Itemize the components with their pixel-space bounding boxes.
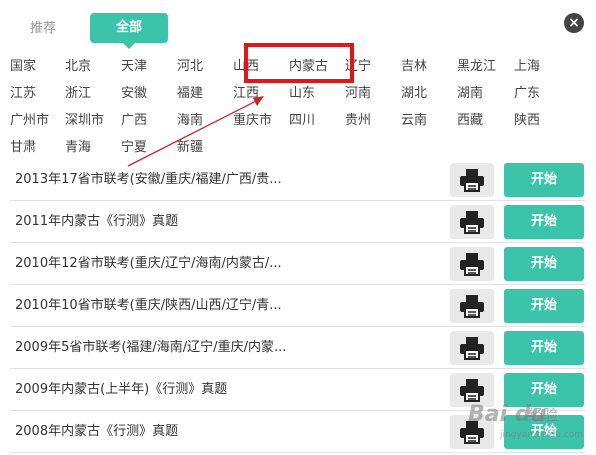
start-button[interactable]: 开始 [504, 289, 584, 323]
start-button[interactable]: 开始 [504, 373, 584, 407]
tab-all[interactable]: 全部 [90, 13, 168, 49]
printer-icon [460, 421, 484, 444]
region-hainan[interactable]: 海南 [177, 112, 203, 130]
print-button[interactable] [450, 289, 494, 323]
region-jilin[interactable]: 吉林 [401, 58, 427, 76]
region-shaanxi[interactable]: 陕西 [514, 112, 540, 130]
printer-icon [460, 295, 484, 318]
region-guangzhou[interactable]: 广州市 [10, 112, 49, 130]
exam-list: 2013年17省市联考(安徽/重庆/福建/广西/贵... 开始 2011年内蒙古… [10, 160, 586, 454]
region-qinghai[interactable]: 青海 [65, 139, 91, 157]
start-button[interactable]: 开始 [504, 205, 584, 239]
region-chongqing[interactable]: 重庆市 [233, 112, 272, 130]
region-shenzhen[interactable]: 深圳市 [65, 112, 104, 130]
region-hunan[interactable]: 湖南 [457, 85, 483, 103]
region-jiangxi[interactable]: 江西 [233, 85, 259, 103]
region-hebei[interactable]: 河北 [177, 58, 203, 76]
region-gansu[interactable]: 甘肃 [10, 139, 36, 157]
print-button[interactable] [450, 247, 494, 281]
region-fujian[interactable]: 福建 [177, 85, 203, 103]
region-heilongjiang[interactable]: 黑龙江 [457, 58, 496, 76]
start-button[interactable]: 开始 [504, 247, 584, 281]
printer-icon [460, 211, 484, 234]
highlight-box [244, 43, 354, 83]
region-yunnan[interactable]: 云南 [401, 112, 427, 130]
list-item: 2010年12省市联考(重庆/辽宁/海南/内蒙古/... 开始 [10, 244, 586, 285]
list-item: 2011年内蒙古《行测》真题 开始 [10, 202, 586, 243]
exam-title[interactable]: 2010年12省市联考(重庆/辽宁/海南/内蒙古/... [15, 244, 282, 284]
region-sichuan[interactable]: 四川 [289, 112, 315, 130]
region-beijing[interactable]: 北京 [65, 58, 91, 76]
region-shanghai[interactable]: 上海 [514, 58, 540, 76]
exam-title[interactable]: 2010年10省市联考(重庆/陕西/山西/辽宁/青... [15, 286, 282, 326]
region-guangdong[interactable]: 广东 [514, 85, 540, 103]
printer-icon [460, 253, 484, 276]
region-guizhou[interactable]: 贵州 [345, 112, 371, 130]
list-item: 2013年17省市联考(安徽/重庆/福建/广西/贵... 开始 [10, 160, 586, 201]
exam-title[interactable]: 2009年5省市联考(福建/海南/辽宁/重庆/内蒙... [15, 328, 286, 368]
printer-icon [460, 337, 484, 360]
list-item: 2010年10省市联考(重庆/陕西/山西/辽宁/青... 开始 [10, 286, 586, 327]
category-tabs: 推荐 全部 × [0, 0, 596, 49]
region-henan[interactable]: 河南 [345, 85, 371, 103]
start-button[interactable]: 开始 [504, 331, 584, 365]
exam-title[interactable]: 2013年17省市联考(安徽/重庆/福建/广西/贵... [15, 160, 282, 200]
printer-icon [460, 169, 484, 192]
print-button[interactable] [450, 331, 494, 365]
print-button[interactable] [450, 415, 494, 449]
region-xinjiang[interactable]: 新疆 [177, 139, 203, 157]
print-button[interactable] [450, 163, 494, 197]
region-anhui[interactable]: 安徽 [121, 85, 147, 103]
exam-title[interactable]: 2009年内蒙古(上半年)《行测》真题 [15, 370, 227, 410]
region-guangxi[interactable]: 广西 [121, 112, 147, 130]
list-item: 2008年内蒙古《行测》真题 开始 [10, 412, 586, 453]
list-item: 2009年5省市联考(福建/海南/辽宁/重庆/内蒙... 开始 [10, 328, 586, 369]
printer-icon [460, 379, 484, 402]
start-button[interactable]: 开始 [504, 163, 584, 197]
region-shandong[interactable]: 山东 [289, 85, 315, 103]
region-tianjin[interactable]: 天津 [121, 58, 147, 76]
close-icon[interactable]: × [564, 13, 584, 33]
tab-recommend[interactable]: 推荐 [14, 16, 72, 42]
list-item: 2009年内蒙古(上半年)《行测》真题 开始 [10, 370, 586, 411]
region-zhejiang[interactable]: 浙江 [65, 85, 91, 103]
region-xizang[interactable]: 西藏 [457, 112, 483, 130]
print-button[interactable] [450, 373, 494, 407]
start-button[interactable]: 开始 [504, 415, 584, 449]
region-guojia[interactable]: 国家 [10, 58, 36, 76]
region-ningxia[interactable]: 宁夏 [121, 139, 147, 157]
exam-title[interactable]: 2011年内蒙古《行测》真题 [15, 202, 178, 242]
region-jiangsu[interactable]: 江苏 [10, 85, 36, 103]
print-button[interactable] [450, 205, 494, 239]
exam-title[interactable]: 2008年内蒙古《行测》真题 [15, 412, 178, 452]
region-hubei[interactable]: 湖北 [401, 85, 427, 103]
